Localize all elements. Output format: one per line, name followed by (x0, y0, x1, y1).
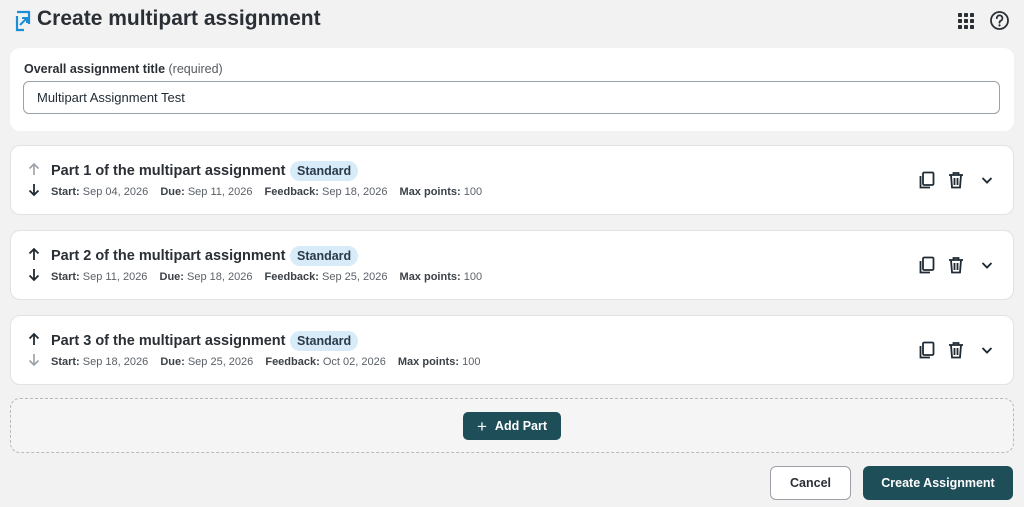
part-card: Part 3 of the multipart assignment Stand… (10, 315, 1014, 385)
move-up-icon[interactable] (26, 331, 42, 347)
part-type-badge: Standard (290, 246, 359, 266)
chevron-down-icon[interactable] (977, 340, 997, 360)
grid-apps-icon[interactable] (957, 12, 975, 30)
part-title: Part 1 of the multipart assignment (51, 163, 286, 179)
part-details: Start: Sep 11, 2026 Due: Sep 18, 2026 Fe… (51, 271, 483, 283)
assignment-title-section: Overall assignment title (required) (10, 48, 1014, 131)
part-card: Part 1 of the multipart assignment Stand… (10, 145, 1014, 215)
move-down-icon[interactable] (26, 182, 42, 198)
page-header: Create multipart assignment (0, 0, 1024, 44)
part-details: Start: Sep 18, 2026 Due: Sep 25, 2026 Fe… (51, 356, 481, 368)
assignment-title-label: Overall assignment title (required) (24, 62, 223, 76)
trash-icon[interactable] (946, 340, 966, 360)
assignment-icon (15, 10, 31, 32)
add-part-button[interactable]: + Add Part (463, 412, 561, 440)
page-title: Create multipart assignment (37, 7, 321, 30)
trash-icon[interactable] (946, 255, 966, 275)
part-title: Part 2 of the multipart assignment (51, 248, 286, 264)
move-down-icon[interactable] (26, 352, 42, 368)
copy-icon[interactable] (917, 170, 937, 190)
part-title: Part 3 of the multipart assignment (51, 333, 286, 349)
create-assignment-button[interactable]: Create Assignment (863, 466, 1013, 500)
required-indicator: (required) (168, 62, 223, 76)
chevron-down-icon[interactable] (977, 170, 997, 190)
copy-icon[interactable] (917, 255, 937, 275)
cancel-button[interactable]: Cancel (770, 466, 851, 500)
part-type-badge: Standard (290, 161, 359, 181)
add-part-dropzone: + Add Part (10, 398, 1014, 453)
move-down-icon[interactable] (26, 267, 42, 283)
assignment-title-input[interactable] (23, 81, 1000, 114)
plus-icon: + (476, 416, 487, 436)
part-details: Start: Sep 04, 2026 Due: Sep 11, 2026 Fe… (51, 186, 483, 198)
part-type-badge: Standard (290, 331, 359, 351)
help-circle-icon[interactable] (989, 10, 1010, 31)
part-card: Part 2 of the multipart assignment Stand… (10, 230, 1014, 300)
copy-icon[interactable] (917, 340, 937, 360)
move-up-icon[interactable] (26, 246, 42, 262)
trash-icon[interactable] (946, 170, 966, 190)
chevron-down-icon[interactable] (977, 255, 997, 275)
move-up-icon[interactable] (26, 161, 42, 177)
